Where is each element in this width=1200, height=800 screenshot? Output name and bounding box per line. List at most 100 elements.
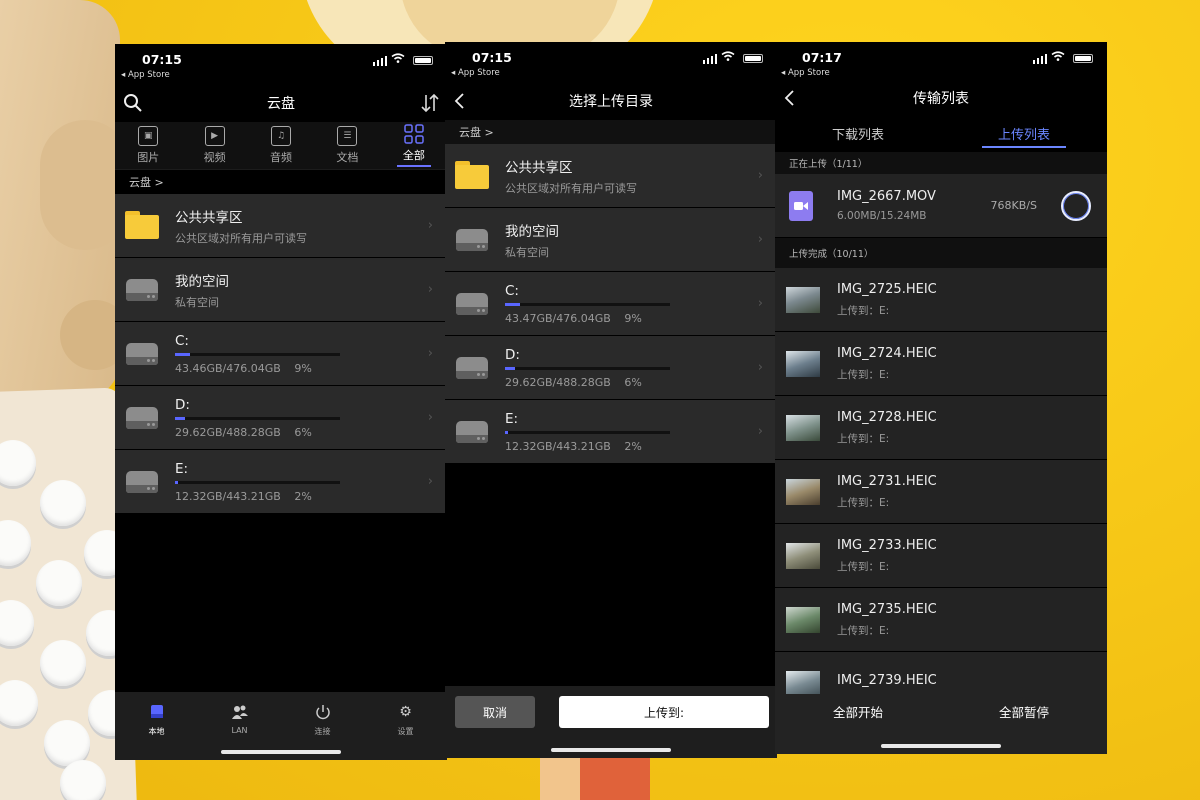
upload-destination: 上传到：E: [837, 368, 890, 381]
disk-percent: 2% [294, 489, 312, 503]
back-to-app-store-link[interactable]: ◂ App Store [121, 70, 170, 80]
transfer-footer: 全部开始 全部暂停 [775, 694, 1107, 754]
back-icon[interactable] [453, 91, 467, 111]
back-to-app-store-link[interactable]: ◂ App Store [781, 68, 830, 78]
uploading-item[interactable]: IMG_2667.MOV 6.00MB/15.24MB 768KB/S [775, 174, 1107, 238]
home-indicator [551, 748, 671, 752]
upload-progress-text: 6.00MB/15.24MB [837, 210, 927, 222]
page-title: 云盘 [267, 96, 295, 112]
photo-thumbnail [786, 478, 820, 505]
list-item-disk-d[interactable]: D: 29.62GB/488.28GB 6% › [445, 336, 777, 400]
upload-destination: 上传到：E: [837, 304, 890, 317]
drive-icon [125, 275, 161, 305]
upload-to-button[interactable]: 上传到: [559, 696, 769, 728]
image-icon: ▣ [138, 126, 159, 146]
chevron-right-icon: › [757, 360, 763, 375]
battery-icon [413, 56, 433, 65]
completed-item[interactable]: IMG_2731.HEIC 上传到：E: [775, 460, 1107, 524]
upload-destination: 上传到：E: [837, 432, 890, 445]
upload-destination: 上传到：E: [837, 560, 890, 573]
video-icon: ▶ [204, 126, 225, 146]
page-title: 传输列表 [913, 91, 969, 107]
photo-thumbnail [786, 414, 820, 441]
disk-usage: 12.32GB/443.21GB [175, 489, 281, 503]
breadcrumb[interactable]: 云盘 > [115, 170, 447, 194]
search-icon[interactable] [123, 93, 143, 113]
disk-usage: 43.46GB/476.04GB [175, 361, 281, 375]
disk-percent: 6% [294, 425, 312, 439]
sort-icon[interactable] [421, 93, 439, 113]
completed-item[interactable]: IMG_2735.HEIC 上传到：E: [775, 588, 1107, 652]
tab-label: 本地 [148, 727, 165, 736]
list-item-public-share[interactable]: 公共共享区 公共区域对所有用户可读写 › [115, 194, 447, 258]
action-footer: 取消 上传到: [445, 686, 777, 758]
category-tabs: ▣ 图片 ▶ 视频 ♫ 音频 ☰ 文档 全部 [115, 122, 447, 170]
completed-item[interactable]: IMG_2728.HEIC 上传到：E: [775, 396, 1107, 460]
tab-images[interactable]: ▣ 图片 [115, 122, 181, 169]
list-item-my-space[interactable]: 我的空间 私有空间 › [445, 208, 777, 272]
keyboard-key [40, 480, 86, 526]
file-name: IMG_2733.HEIC [837, 537, 937, 553]
status-time: 07:15 [142, 52, 182, 67]
video-file-icon [789, 190, 813, 221]
drive-icon [125, 403, 161, 433]
tab-label: 全部 [396, 147, 431, 167]
upload-destination: 上传到：E: [837, 624, 890, 637]
music-icon: ♫ [271, 126, 292, 146]
file-name: IMG_2725.HEIC [837, 281, 937, 297]
file-name: IMG_2739.HEIC [837, 673, 937, 688]
progress-spinner-icon[interactable] [1061, 191, 1091, 221]
cancel-button[interactable]: 取消 [455, 696, 535, 728]
local-icon [150, 705, 163, 718]
tab-download-list[interactable]: 下载列表 [775, 114, 941, 152]
completed-item[interactable]: IMG_2724.HEIC 上传到：E: [775, 332, 1107, 396]
list-item-my-space[interactable]: 我的空间 私有空间 › [115, 258, 447, 322]
chevron-right-icon: › [757, 296, 763, 311]
grid-icon [404, 124, 424, 144]
back-icon[interactable] [783, 88, 797, 108]
completed-item[interactable]: IMG_2725.HEIC 上传到：E: [775, 268, 1107, 332]
breadcrumb[interactable]: 云盘 > [445, 120, 777, 144]
home-indicator [221, 750, 341, 754]
upload-destination: 上传到：E: [837, 496, 890, 509]
list-item-disk-c[interactable]: C: 43.47GB/476.04GB 9% › [445, 272, 777, 336]
chevron-right-icon: › [757, 168, 763, 183]
photo-thumbnail [786, 606, 820, 633]
tab-audio[interactable]: ♫ 音频 [248, 122, 314, 169]
page-title: 选择上传目录 [569, 94, 653, 110]
signal-icon [372, 56, 387, 66]
wifi-icon [391, 53, 405, 63]
phone-cloud-drive: 07:15 ◂ App Store 云盘 ▣ 图片 ▶ 视频 ♫ 音频 ☰ 文档… [115, 44, 447, 760]
disk-percent: 9% [294, 361, 312, 375]
list-item-disk-c[interactable]: C: 43.46GB/476.04GB 9% › [115, 322, 447, 386]
item-subtitle: 私有空间 [505, 245, 549, 259]
keyboard-key [60, 760, 106, 800]
signal-icon [1032, 54, 1047, 64]
item-title: 公共共享区 [505, 159, 573, 176]
file-name: IMG_2724.HEIC [837, 345, 937, 361]
list-item-disk-e[interactable]: E: 12.32GB/443.21GB 2% › [445, 400, 777, 464]
list-item-public-share[interactable]: 公共共享区 公共区域对所有用户可读写 › [445, 144, 777, 208]
disk-name: D: [505, 346, 520, 363]
completed-item[interactable]: IMG_2733.HEIC 上传到：E: [775, 524, 1107, 588]
tab-videos[interactable]: ▶ 视频 [181, 122, 247, 169]
tab-upload-list[interactable]: 上传列表 [941, 114, 1107, 152]
back-to-app-store-link[interactable]: ◂ App Store [451, 68, 500, 78]
disk-percent: 2% [624, 439, 642, 453]
disk-usage-bar [505, 366, 670, 370]
item-subtitle: 公共区域对所有用户可读写 [505, 181, 637, 195]
tab-label: LAN [231, 726, 248, 735]
document-icon: ☰ [337, 126, 358, 146]
disk-usage-bar [175, 352, 340, 356]
disk-usage: 29.62GB/488.28GB [175, 425, 281, 439]
keyboard-key [40, 640, 86, 686]
list-item-disk-d[interactable]: D: 29.62GB/488.28GB 6% › [115, 386, 447, 450]
item-title: 我的空间 [505, 223, 559, 240]
disk-usage: 12.32GB/443.21GB [505, 439, 611, 453]
tab-local[interactable]: 本地 [115, 692, 198, 760]
tab-settings[interactable]: ⚙ 设置 [364, 692, 447, 760]
tab-all[interactable]: 全部 [381, 122, 447, 169]
completed-section-header: 上传完成（10/11） [775, 238, 1107, 268]
tab-documents[interactable]: ☰ 文档 [314, 122, 380, 169]
list-item-disk-e[interactable]: E: 12.32GB/443.21GB 2% › [115, 450, 447, 514]
